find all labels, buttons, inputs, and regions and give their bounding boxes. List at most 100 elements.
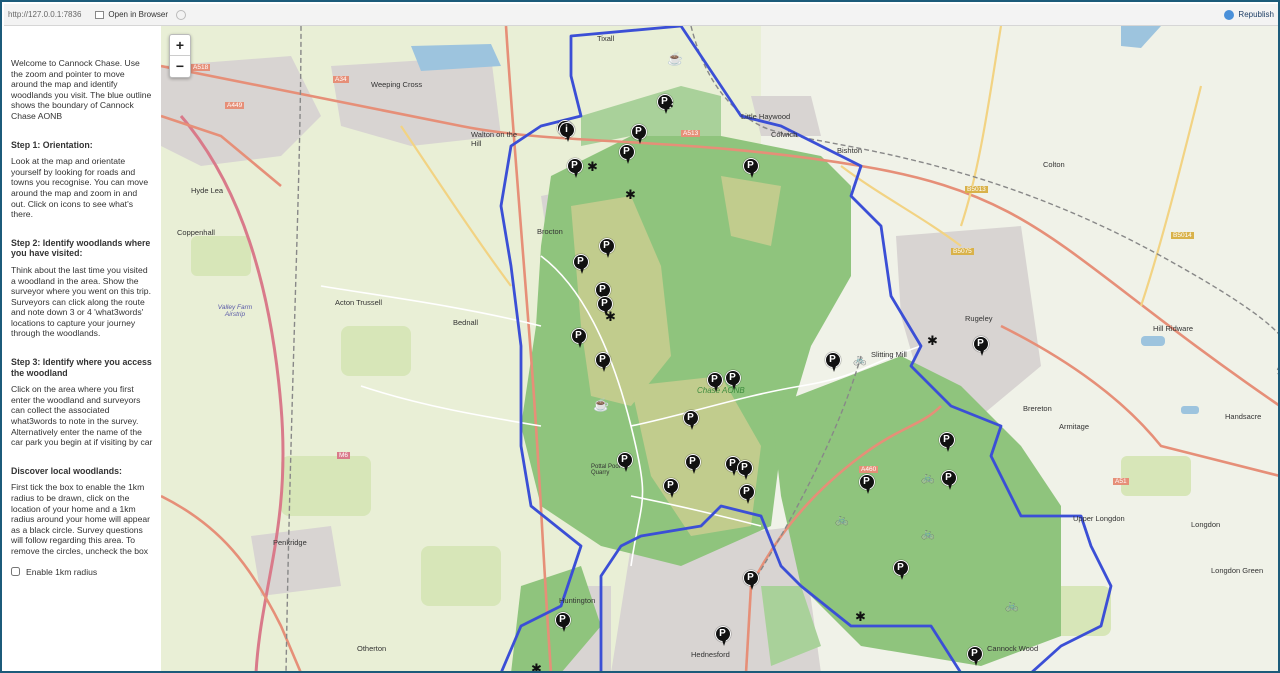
label-brocton: Brocton xyxy=(537,227,563,236)
parking-icon: P xyxy=(685,454,701,474)
step2-heading: Step 2: Identify woodlands where you hav… xyxy=(11,237,151,259)
step1-heading: Step 1: Orientation: xyxy=(11,139,93,150)
republish-button[interactable]: Republish xyxy=(1224,9,1274,20)
parking-icon: P xyxy=(617,452,633,472)
label-little-haywood: Little Haywood xyxy=(741,112,791,121)
map-view[interactable]: + − Tixall Weeping Cross Walton on the H… xyxy=(161,26,1280,673)
discover-heading: Discover local woodlands: xyxy=(11,465,122,476)
road-label-a518: A518 xyxy=(191,64,211,71)
step-identify-woodlands: Step 2: Identify woodlands where you hav… xyxy=(11,238,153,339)
parking-icon: P xyxy=(939,432,955,452)
parking-marker[interactable]: P xyxy=(617,452,633,474)
parking-marker[interactable]: P xyxy=(739,484,755,506)
cycling-icon[interactable]: 🚲 xyxy=(1005,600,1019,613)
parking-marker[interactable]: P xyxy=(571,328,587,350)
parking-marker[interactable]: P xyxy=(599,238,615,260)
parking-marker[interactable]: P xyxy=(743,570,759,592)
label-acton-trussell: Acton Trussell xyxy=(335,298,383,307)
parking-marker[interactable]: P xyxy=(859,474,875,496)
parking-marker[interactable]: P xyxy=(707,372,723,394)
window-icon xyxy=(95,10,105,19)
attraction-icon[interactable]: ✱ xyxy=(531,662,542,671)
cycling-icon[interactable]: 🚲 xyxy=(835,514,849,527)
parking-marker[interactable]: P xyxy=(825,352,841,374)
parking-marker[interactable]: P xyxy=(685,454,701,476)
parking-marker[interactable]: P xyxy=(893,560,909,582)
address-text: http://127.0.0.1:7836 xyxy=(8,10,82,19)
radius-toggle[interactable]: Enable 1km radius xyxy=(11,567,153,578)
parking-marker[interactable]: P xyxy=(555,612,571,634)
step3-body: Click on the area where you first enter … xyxy=(11,384,153,448)
parking-icon: P xyxy=(967,646,983,666)
parking-marker[interactable]: P xyxy=(941,470,957,492)
parking-marker[interactable]: P xyxy=(595,352,611,374)
instructions-sidebar: Welcome to Cannock Chase. Use the zoom a… xyxy=(4,26,161,671)
road-label-b5014: B5014 xyxy=(1171,232,1194,239)
label-armitage: Armitage xyxy=(1059,422,1090,431)
republish-label: Republish xyxy=(1238,10,1274,19)
parking-marker[interactable]: P xyxy=(573,254,589,276)
parking-icon: P xyxy=(567,158,583,178)
radius-checkbox[interactable] xyxy=(11,567,20,577)
attraction-icon[interactable]: ✱ xyxy=(605,310,616,323)
parking-icon: P xyxy=(599,238,615,258)
zoom-control: + − xyxy=(169,34,191,78)
parking-marker[interactable]: P xyxy=(737,460,753,482)
parking-marker[interactable]: P xyxy=(683,410,699,432)
cycling-icon[interactable]: 🚲 xyxy=(921,472,935,485)
step-orientation: Step 1: Orientation: Look at the map and… xyxy=(11,140,153,220)
discover-body: First tick the box to enable the 1km rad… xyxy=(11,482,151,556)
parking-marker[interactable]: P xyxy=(619,144,635,166)
parking-marker[interactable]: P xyxy=(743,158,759,180)
attraction-icon[interactable]: ✱ xyxy=(587,160,598,173)
parking-icon: P xyxy=(725,370,741,390)
parking-icon: P xyxy=(825,352,841,372)
refresh-icon[interactable] xyxy=(176,9,186,20)
open-in-browser-button[interactable]: Open in Browser xyxy=(95,10,168,19)
attraction-icon[interactable]: ✱ xyxy=(855,610,866,623)
discover-woodlands: Discover local woodlands: First tick the… xyxy=(11,466,153,577)
step-access-woodland: Step 3: Identify where you access the wo… xyxy=(11,357,153,448)
parking-icon: P xyxy=(573,254,589,274)
info-marker[interactable]: i xyxy=(559,122,575,144)
attraction-icon[interactable]: ✱ xyxy=(927,334,938,347)
label-walton-on-the-hill: Walton on the Hill xyxy=(471,130,517,148)
info-icon: i xyxy=(559,122,575,142)
label-penkridge: Penkridge xyxy=(273,538,307,547)
label-longdon-green: Longdon Green xyxy=(1211,566,1264,575)
radius-label: Enable 1km radius xyxy=(26,566,98,577)
attraction-icon[interactable]: ✱ xyxy=(663,98,674,111)
label-longdon: Longdon xyxy=(1191,520,1221,529)
parking-marker[interactable]: P xyxy=(663,478,679,500)
label-bednall: Bednall xyxy=(453,318,479,327)
label-handsacre: Handsacre xyxy=(1225,412,1262,421)
road-label-a513: A513 xyxy=(681,130,701,137)
parking-marker[interactable]: P xyxy=(631,124,647,146)
label-tixall: Tixall xyxy=(597,34,615,43)
zoom-out-button[interactable]: − xyxy=(170,56,190,77)
attraction-icon[interactable]: ✱ xyxy=(625,188,636,201)
parking-marker[interactable]: P xyxy=(967,646,983,668)
tea-room-icon[interactable]: ☕ xyxy=(593,398,609,411)
parking-marker[interactable]: P xyxy=(973,336,989,358)
parking-icon: P xyxy=(973,336,989,356)
parking-marker[interactable]: P xyxy=(715,626,731,648)
open-in-browser-label: Open in Browser xyxy=(108,10,168,19)
map-canvas[interactable] xyxy=(161,26,1280,673)
parking-marker[interactable]: P xyxy=(567,158,583,180)
label-hyde-lea: Hyde Lea xyxy=(191,186,224,195)
intro-text: Welcome to Cannock Chase. Use the zoom a… xyxy=(11,58,152,121)
road-label-a34: A34 xyxy=(333,76,349,83)
cycling-icon[interactable]: 🚲 xyxy=(853,354,867,367)
label-otherton: Otherton xyxy=(357,644,387,653)
parking-icon: P xyxy=(743,570,759,590)
label-weeping-cross: Weeping Cross xyxy=(371,80,423,89)
parking-marker[interactable]: P xyxy=(725,370,741,392)
tea-room-icon[interactable]: ☕ xyxy=(667,52,683,65)
parking-icon: P xyxy=(707,372,723,392)
label-rugeley: Rugeley xyxy=(965,314,993,323)
parking-marker[interactable]: P xyxy=(939,432,955,454)
step3-heading: Step 3: Identify where you access the wo… xyxy=(11,357,152,378)
zoom-in-button[interactable]: + xyxy=(170,35,190,56)
cycling-icon[interactable]: 🚲 xyxy=(921,528,935,541)
